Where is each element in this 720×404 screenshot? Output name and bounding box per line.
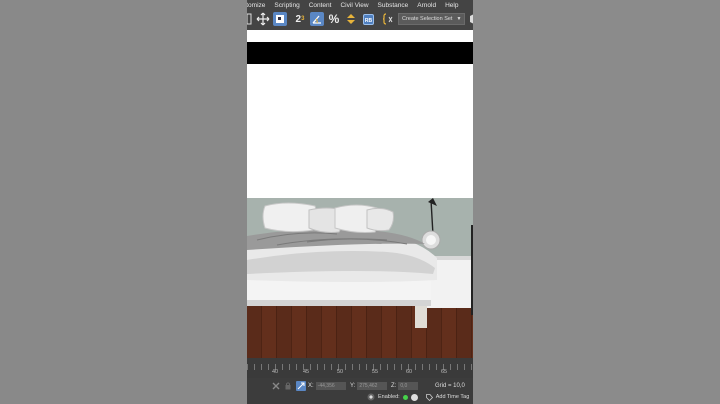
tick-label: 60 <box>406 369 413 375</box>
edit-named-sets-icon[interactable] <box>381 12 395 26</box>
z-field[interactable]: 0,0 <box>398 382 419 390</box>
timeline-ruler[interactable]: 40 45 50 55 60 65 <box>247 358 473 378</box>
max-window: stomize Scripting Content Civil View Sub… <box>247 0 473 404</box>
status-bar: X: -44,356 Y: 275,462 Z: 0,0 Grid = 10,0… <box>247 378 473 404</box>
percent-snap-label: % <box>328 12 340 26</box>
tick-label: 55 <box>372 369 379 375</box>
y-label: Y: <box>350 383 356 389</box>
enabled-label: Enabled: <box>378 394 400 400</box>
lock-icon[interactable] <box>285 382 291 390</box>
spinner-snap-icon[interactable] <box>344 12 358 26</box>
select-region-icon[interactable] <box>247 12 253 26</box>
z-label: Z: <box>391 383 397 389</box>
mirror-icon[interactable] <box>468 12 473 26</box>
enabled-indicator[interactable] <box>402 394 408 400</box>
move-icon[interactable] <box>256 12 270 26</box>
auto-key-icon[interactable] <box>367 393 375 401</box>
y-coordinate: Y: 275,462 <box>350 382 388 390</box>
y-field[interactable]: 275,462 <box>357 382 388 390</box>
absolute-mode-icon[interactable] <box>296 381 306 391</box>
snap-toggle-icon[interactable]: 23 <box>293 12 307 26</box>
angle-snap-icon[interactable] <box>310 12 324 26</box>
add-time-tag-button[interactable]: Add Time Tag <box>436 394 470 400</box>
grid-readout: Grid = 10,0 <box>435 383 465 389</box>
bed-render <box>247 198 473 328</box>
right-letterbox <box>473 0 720 404</box>
menu-substance[interactable]: Substance <box>378 2 409 9</box>
chevron-down-icon: ▼ <box>456 16 462 22</box>
select-object-icon[interactable] <box>273 12 287 26</box>
z-coordinate: Z: 0,0 <box>391 382 419 390</box>
ruler-ticks <box>247 364 473 370</box>
time-tag-row: Enabled: Add Time Tag <box>367 393 469 401</box>
menu-arnold[interactable]: Arnold <box>417 2 436 9</box>
tick-label: 45 <box>303 369 310 375</box>
svg-text:RB: RB <box>364 17 372 23</box>
named-selection-icon[interactable]: RB <box>361 12 375 26</box>
tick-label: 65 <box>441 369 448 375</box>
tag-icon[interactable] <box>425 393 433 401</box>
x-label: X: <box>308 383 314 389</box>
x-field[interactable]: -44,356 <box>315 382 346 390</box>
key-mode-icon[interactable] <box>410 393 418 401</box>
left-letterbox <box>0 0 247 404</box>
main-toolbar: 23 % RB Create Selection Set ▼ <box>247 10 473 28</box>
x-coordinate: X: -44,356 <box>308 382 346 390</box>
menu-civil-view[interactable]: Civil View <box>340 2 368 9</box>
menu-scripting[interactable]: Scripting <box>274 2 299 9</box>
tick-label: 40 <box>272 369 279 375</box>
isolate-icon[interactable] <box>272 382 280 390</box>
menu-help[interactable]: Help <box>445 2 458 9</box>
menu-content[interactable]: Content <box>309 2 332 9</box>
percent-snap-icon[interactable]: % <box>327 12 341 26</box>
selection-set-label: Create Selection Set <box>402 16 453 22</box>
selection-set-dropdown[interactable]: Create Selection Set ▼ <box>398 13 466 25</box>
perspective-viewport[interactable] <box>247 30 473 358</box>
tick-label: 50 <box>337 369 344 375</box>
menu-customize[interactable]: stomize <box>247 2 265 9</box>
menu-bar: stomize Scripting Content Civil View Sub… <box>247 0 473 10</box>
